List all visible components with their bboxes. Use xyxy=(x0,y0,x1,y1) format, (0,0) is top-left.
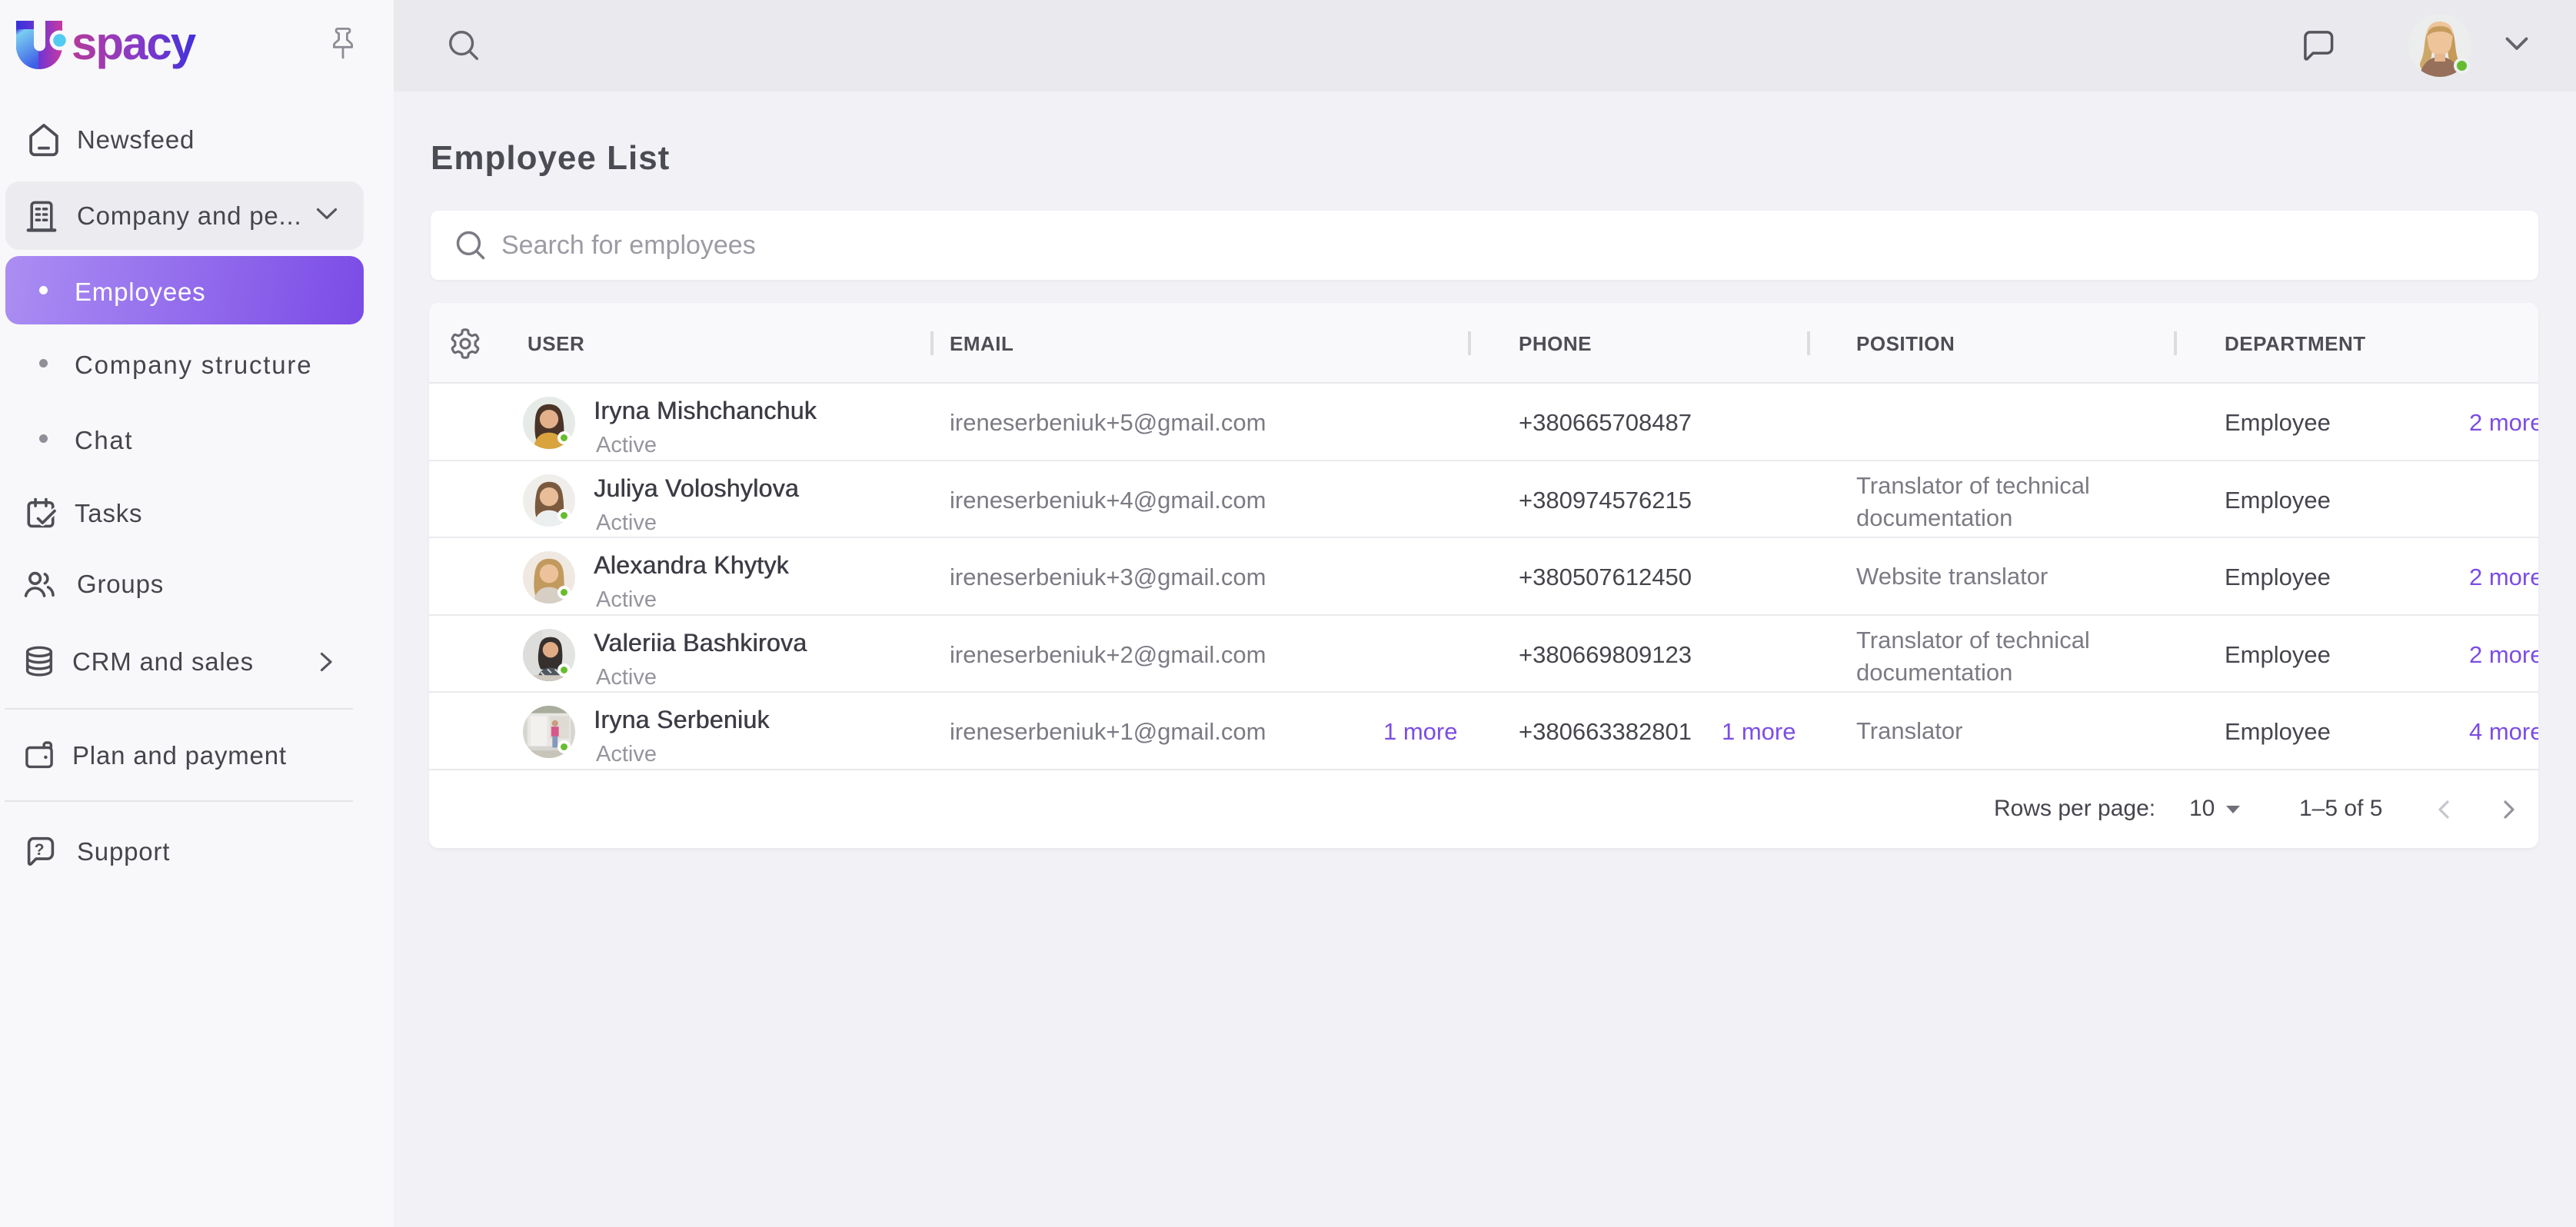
svg-text:spacy: spacy xyxy=(72,18,197,69)
svg-text:?: ? xyxy=(35,841,45,859)
